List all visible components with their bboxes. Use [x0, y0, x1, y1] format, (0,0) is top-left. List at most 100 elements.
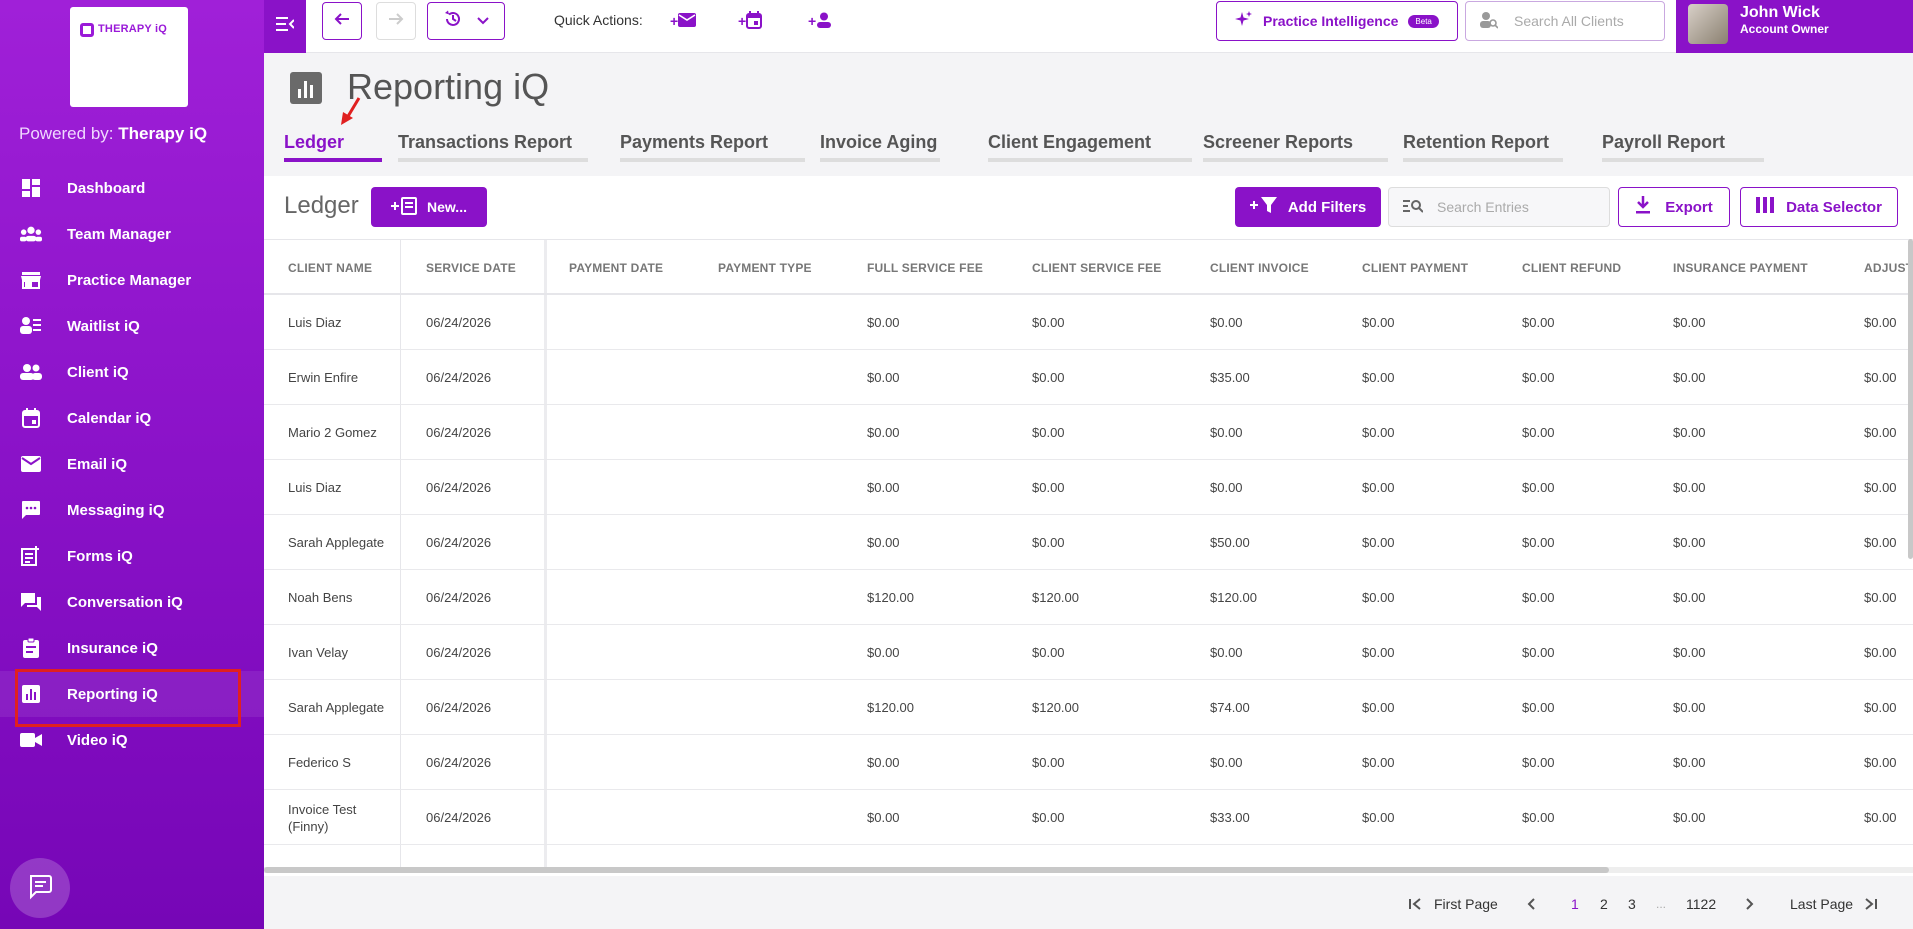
sidebar-item-insurance[interactable]: Insurance iQ — [0, 625, 264, 671]
sidebar-item-client[interactable]: Client iQ — [0, 349, 264, 395]
col-payment-type[interactable]: PAYMENT TYPE — [718, 240, 812, 295]
next-page-icon[interactable] — [1745, 890, 1755, 918]
export-button[interactable]: Export — [1618, 187, 1730, 227]
add-filters-button[interactable]: Add Filters — [1235, 187, 1381, 227]
table-row[interactable]: Jay Gatsby — [264, 845, 1913, 869]
menu-toggle-button[interactable] — [264, 0, 306, 53]
table-row[interactable]: Mario 2 Gomez 06/24/2026 $0.00 $0.00 $0.00 $0… — [264, 405, 1913, 460]
history-dropdown-button[interactable] — [427, 2, 505, 40]
col-service-date[interactable]: SERVICE DATE — [426, 240, 516, 295]
col-full-service-fee[interactable]: FULL SERVICE FEE — [867, 240, 983, 295]
col-client-service-fee[interactable]: CLIENT SERVICE FEE — [1032, 240, 1161, 295]
sidebar-item-conversation[interactable]: Conversation iQ — [0, 579, 264, 625]
sidebar-item-video[interactable]: Video iQ — [0, 717, 264, 763]
tab-transactions-report[interactable]: Transactions Report — [398, 130, 588, 162]
tab-retention-report[interactable]: Retention Report — [1403, 130, 1563, 162]
forward-button[interactable] — [376, 2, 416, 40]
col-payment-date[interactable]: PAYMENT DATE — [569, 240, 663, 295]
back-button[interactable] — [322, 2, 362, 40]
col-client-payment[interactable]: CLIENT PAYMENT — [1362, 240, 1468, 295]
table-row[interactable]: Invoice Test (Finny) 06/24/2026 $0.00 $0.00… — [264, 790, 1913, 845]
page-1-button[interactable]: 1 — [1571, 890, 1579, 918]
tab-client-engagement[interactable]: Client Engagement — [988, 130, 1192, 162]
plus-label: + — [738, 13, 747, 29]
first-page-button[interactable]: First Page — [1434, 890, 1498, 918]
col-insurance-payment[interactable]: INSURANCE PAYMENT — [1673, 240, 1808, 295]
sidebar-item-messaging[interactable]: Messaging iQ — [0, 487, 264, 533]
last-page-number-button[interactable]: 1122 — [1686, 890, 1716, 918]
cell-adjust: $0.00 — [1864, 590, 1897, 605]
search-clients-input[interactable]: Search All Clients — [1465, 1, 1665, 41]
tab-payroll-report[interactable]: Payroll Report — [1602, 130, 1764, 162]
practice-intelligence-button[interactable]: Practice Intelligence Beta — [1216, 1, 1458, 41]
sidebar-item-team-manager[interactable]: Team Manager — [0, 211, 264, 257]
sidebar-item-label: Client iQ — [67, 363, 129, 381]
tab-payments-report[interactable]: Payments Report — [620, 130, 805, 162]
quick-action-new-email[interactable]: + — [670, 9, 697, 33]
top-bar: Quick Actions: + + + Practice Intelligen… — [264, 0, 1913, 53]
scroll-thumb[interactable] — [264, 867, 1609, 873]
section-title: Ledger — [284, 192, 359, 219]
search-entries-input[interactable]: Search Entries — [1388, 187, 1610, 227]
tab-screener-reports[interactable]: Screener Reports — [1203, 130, 1388, 162]
page-3-button[interactable]: 3 — [1628, 890, 1636, 918]
quick-action-new-appointment[interactable]: + — [738, 9, 763, 33]
table-body: Luis Diaz 06/24/2026 $0.00 $0.00 $0.00 $0.00 $… — [264, 295, 1913, 869]
table-row[interactable]: Erwin Enfire 06/24/2026 $0.00 $0.00 $35.00 $0… — [264, 350, 1913, 405]
sidebar-item-calendar[interactable]: Calendar iQ — [0, 395, 264, 441]
table-row[interactable]: Luis Diaz 06/24/2026 $0.00 $0.00 $0.00 $0.00 $… — [264, 295, 1913, 350]
annotation-arrow-icon — [339, 96, 363, 133]
therapy-iq-logo[interactable]: THERAPY iQ — [70, 7, 188, 107]
table-row[interactable]: Sarah Applegate 06/24/2026 $0.00 $0.00 $50.0… — [264, 515, 1913, 570]
cell-full-service-fee: $0.00 — [867, 315, 900, 330]
plus-label: + — [808, 13, 817, 29]
sidebar-item-waitlist[interactable]: Waitlist iQ — [0, 303, 264, 349]
cell-client-refund: $0.00 — [1522, 810, 1555, 825]
sidebar-item-forms[interactable]: Forms iQ — [0, 533, 264, 579]
report-icon — [20, 683, 42, 705]
previous-page-icon[interactable] — [1526, 890, 1536, 918]
horizontal-scrollbar[interactable] — [264, 867, 1913, 873]
user-menu[interactable]: John Wick Account Owner — [1676, 0, 1913, 53]
sparkle-icon — [1235, 10, 1253, 32]
col-adjust[interactable]: ADJUST — [1864, 240, 1913, 295]
last-page-button[interactable]: Last Page — [1790, 890, 1853, 918]
cell-payment-type — [718, 405, 858, 460]
cell-full-service-fee: $0.00 — [867, 370, 900, 385]
cell-insurance-payment: $0.00 — [1673, 370, 1706, 385]
tab-invoice-aging[interactable]: Invoice Aging — [820, 130, 940, 162]
table-row[interactable]: Sarah Applegate 06/24/2026 $120.00 $120.00 $… — [264, 680, 1913, 735]
new-entry-button[interactable]: New... — [371, 187, 487, 227]
table-row[interactable]: Federico S 06/24/2026 $0.00 $0.00 $0.00 $0.00… — [264, 735, 1913, 790]
chat-support-button[interactable] — [10, 858, 70, 918]
sidebar-item-reporting[interactable]: Reporting iQ — [0, 669, 264, 727]
sidebar-item-practice-manager[interactable]: Practice Manager — [0, 257, 264, 303]
table-row[interactable]: Luis Diaz 06/24/2026 $0.00 $0.00 $0.00 $0.00 $… — [264, 460, 1913, 515]
table-row[interactable]: Ivan Velay 06/24/2026 $0.00 $0.00 $0.00 $0.00… — [264, 625, 1913, 680]
sidebar-item-dashboard[interactable]: Dashboard — [0, 165, 264, 211]
page-2-button[interactable]: 2 — [1600, 890, 1608, 918]
list-search-icon — [1403, 198, 1424, 217]
quick-actions-label: Quick Actions: — [554, 12, 643, 28]
columns-icon — [1756, 197, 1775, 217]
first-page-icon[interactable] — [1408, 890, 1422, 918]
powered-prefix: Powered by: — [19, 124, 114, 143]
last-page-icon[interactable] — [1864, 890, 1878, 918]
col-client-refund[interactable]: CLIENT REFUND — [1522, 240, 1621, 295]
cell-insurance-payment: $0.00 — [1673, 480, 1706, 495]
vertical-scrollbar[interactable] — [1908, 239, 1913, 559]
col-client-name[interactable]: CLIENT NAME — [288, 240, 372, 295]
quick-action-new-client[interactable]: + — [808, 9, 832, 33]
sidebar-item-email[interactable]: Email iQ — [0, 441, 264, 487]
data-selector-button[interactable]: Data Selector — [1740, 187, 1898, 227]
cell-insurance-payment: $0.00 — [1673, 425, 1706, 440]
cell-client-refund: $0.00 — [1522, 700, 1555, 715]
cell-payment-date — [569, 845, 709, 869]
col-client-invoice[interactable]: CLIENT INVOICE — [1210, 240, 1309, 295]
cell-payment-type — [718, 570, 858, 625]
cell-service-date: 06/24/2026 — [426, 645, 492, 660]
tab-ledger[interactable]: Ledger — [284, 130, 382, 162]
cell-full-service-fee — [867, 845, 1017, 869]
table-row[interactable]: Noah Bens 06/24/2026 $120.00 $120.00 $120.00… — [264, 570, 1913, 625]
forms-icon — [20, 545, 42, 567]
